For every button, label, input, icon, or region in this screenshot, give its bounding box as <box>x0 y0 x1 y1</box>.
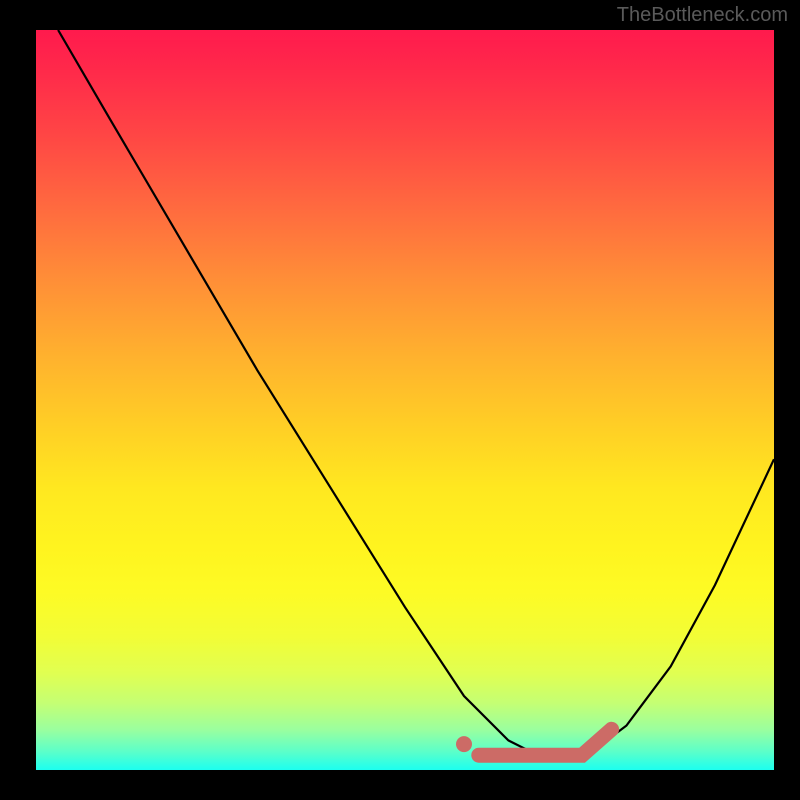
chart-plot-area <box>36 30 774 770</box>
optimal-marker-dot <box>456 736 472 752</box>
bottleneck-curve <box>58 30 774 755</box>
attribution-label: TheBottleneck.com <box>617 4 788 27</box>
optimal-marker-segment <box>479 729 612 755</box>
chart-overlay <box>36 30 774 770</box>
